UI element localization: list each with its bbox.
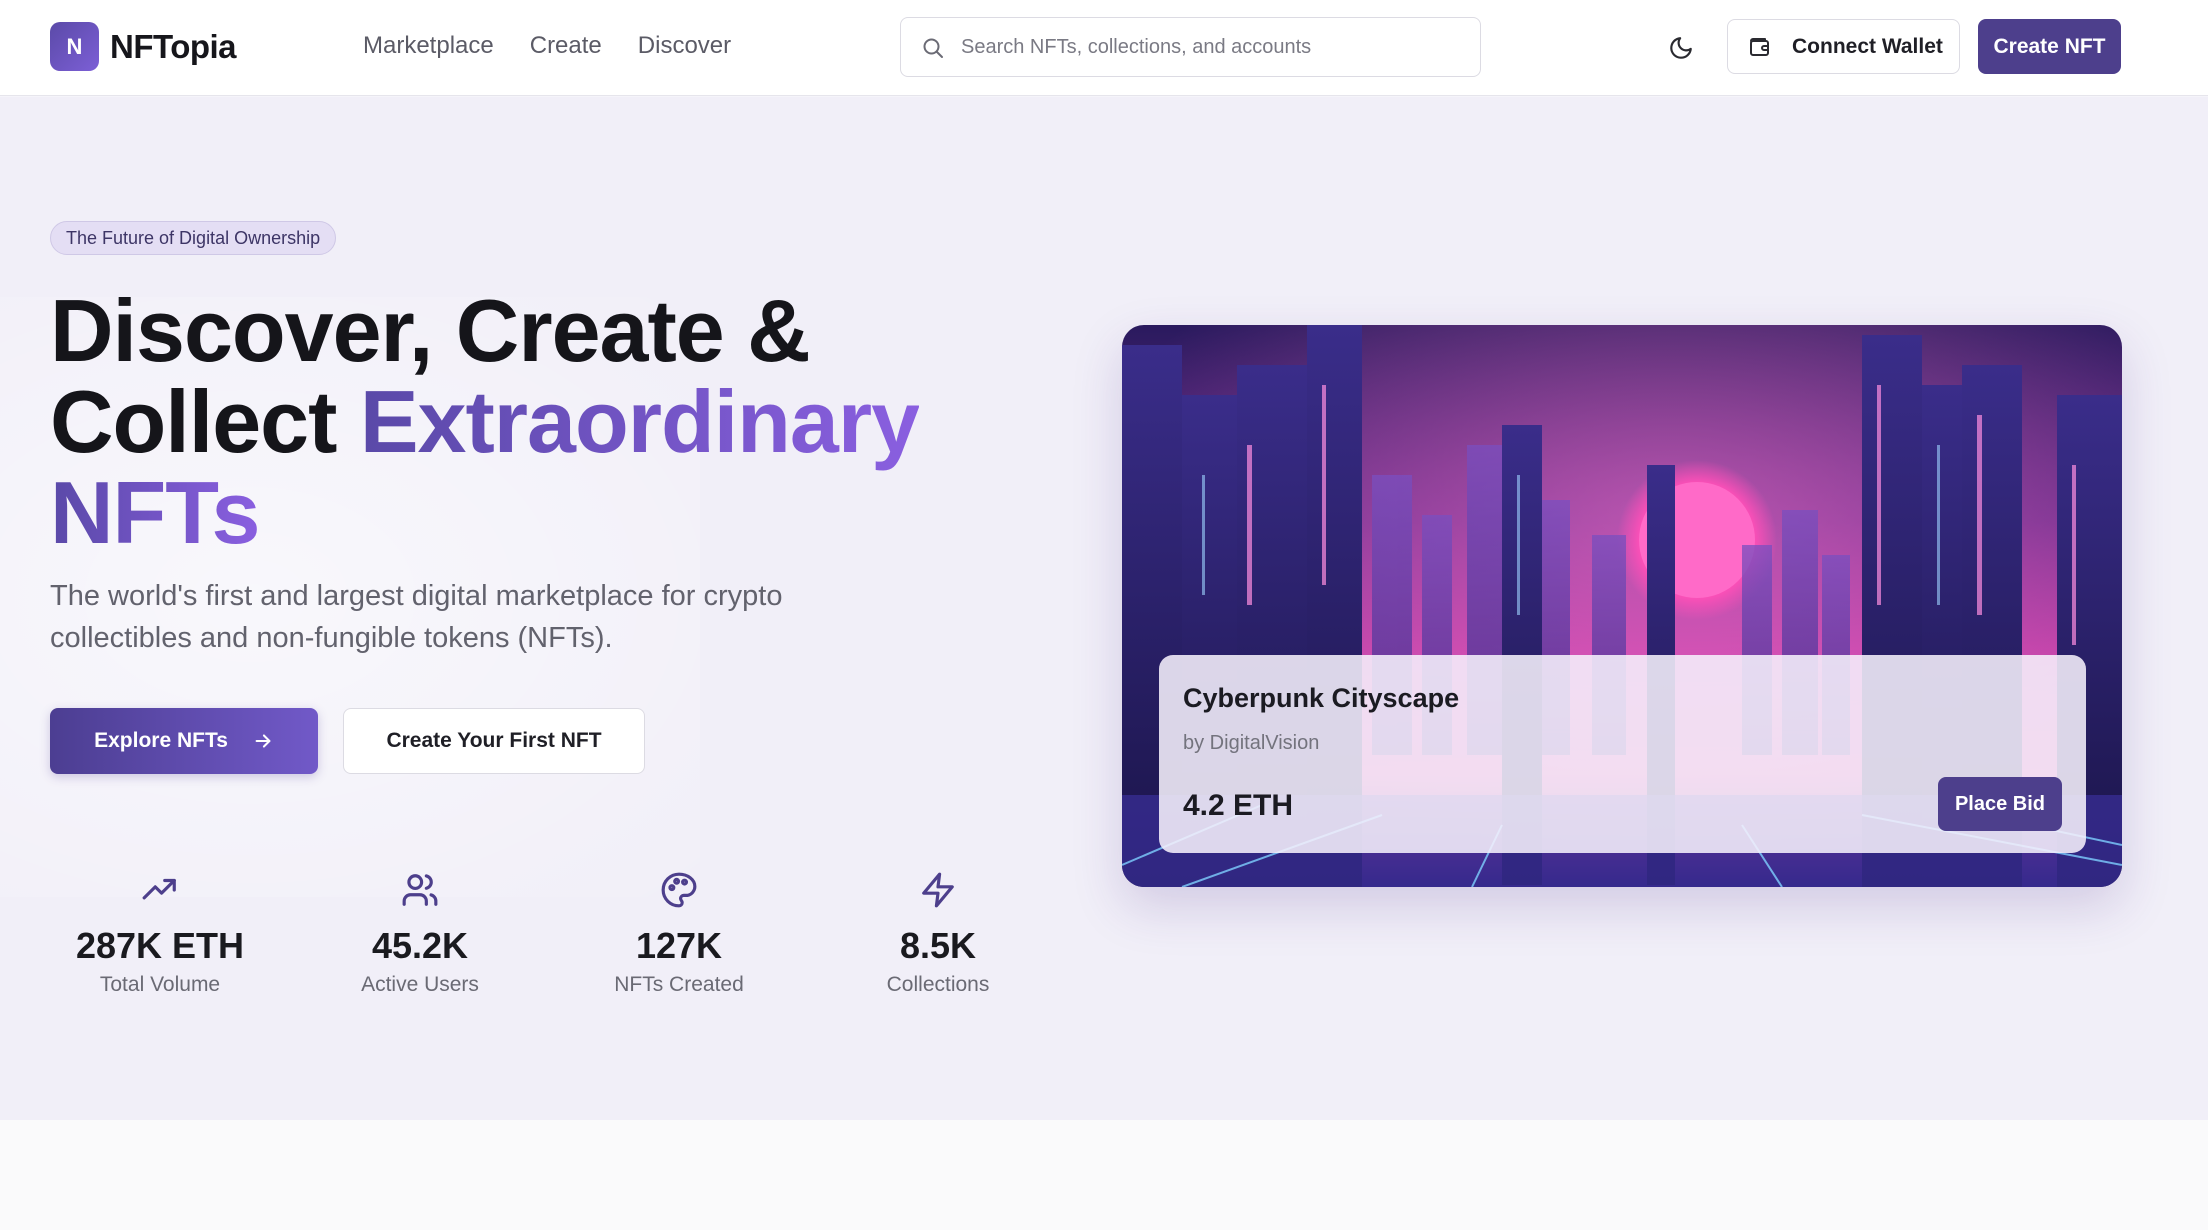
stat-value: 8.5K: [899, 925, 977, 966]
nav-item-create[interactable]: Create: [530, 32, 602, 60]
headline-line-2-plain: Collect: [50, 372, 360, 471]
hero-headline: Discover, Create & Collect Extraordinary…: [50, 285, 1010, 558]
trending-up-icon: [142, 878, 176, 900]
search-input[interactable]: [961, 18, 1471, 76]
brand-name[interactable]: NFTopia: [110, 28, 237, 66]
explore-nfts-label: Explore NFTs: [94, 729, 228, 752]
moon-icon: [1670, 37, 1692, 59]
nft-title: Cyberpunk Cityscape: [1183, 683, 1460, 713]
search-icon: [923, 38, 943, 58]
search-box: [900, 17, 1481, 77]
arrow-right-icon: [255, 734, 271, 748]
stat-nfts-created: 127K NFTs Created: [579, 871, 779, 997]
nft-creator[interactable]: by DigitalVision: [1183, 732, 1319, 755]
stat-value: 45.2K: [371, 925, 469, 966]
theme-toggle-button[interactable]: [1661, 28, 1701, 68]
nft-info-panel: Cyberpunk Cityscape by DigitalVision 4.2…: [1159, 655, 2086, 853]
headline-line-3-accent: NFTs: [50, 463, 260, 562]
stat-label: Active Users: [361, 973, 479, 996]
place-bid-button[interactable]: Place Bid: [1938, 777, 2062, 831]
wallet-icon: [1750, 37, 1769, 56]
top-navbar: N NFTopia Marketplace Create Discover Co…: [0, 0, 2208, 96]
hero-section: The Future of Digital Ownership Discover…: [0, 97, 2208, 1120]
next-section-band: [0, 1120, 2208, 1230]
zap-icon: [922, 872, 954, 908]
stat-active-users: 45.2K Active Users: [320, 871, 520, 997]
headline-line-1: Discover, Create &: [50, 281, 811, 380]
stat-value: 287K ETH: [75, 925, 245, 966]
main-nav: Marketplace Create Discover: [363, 32, 731, 60]
nav-item-discover[interactable]: Discover: [638, 32, 731, 60]
stat-label: NFTs Created: [614, 973, 744, 996]
explore-nfts-button[interactable]: Explore NFTs: [50, 708, 318, 774]
featured-nft-card[interactable]: Cyberpunk Cityscape by DigitalVision 4.2…: [1122, 325, 2122, 887]
nft-price: 4.2 ETH: [1183, 789, 1294, 822]
hero-badge: The Future of Digital Ownership: [50, 221, 337, 255]
palette-icon: [661, 872, 697, 908]
stat-label: Total Volume: [99, 973, 221, 996]
stat-value: 127K: [635, 925, 723, 966]
logo-icon[interactable]: N: [50, 22, 99, 71]
users-icon: [402, 874, 438, 906]
create-nft-button[interactable]: Create NFT: [1978, 19, 2121, 74]
stat-collections: 8.5K Collections: [838, 871, 1038, 997]
create-first-nft-button[interactable]: Create Your First NFT: [343, 708, 645, 774]
stat-label: Collections: [886, 973, 990, 996]
nav-item-marketplace[interactable]: Marketplace: [363, 32, 494, 60]
connect-wallet-label: Connect Wallet: [1792, 34, 1943, 58]
headline-line-2-accent: Extraordinary: [359, 372, 920, 471]
stat-total-volume: 287K ETH Total Volume: [60, 871, 260, 997]
connect-wallet-button[interactable]: Connect Wallet: [1727, 19, 1960, 74]
hero-subtitle: The world's first and largest digital ma…: [50, 580, 783, 654]
